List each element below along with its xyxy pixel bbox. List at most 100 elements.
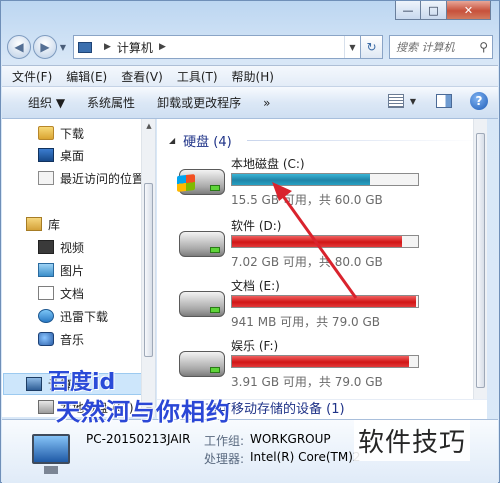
download-folder-icon: [38, 126, 54, 140]
drive-item[interactable]: 本地磁盘 (C:) 15.5 GB 可用，共 60.0 GB: [177, 155, 477, 213]
drive-name: 娱乐 (F:): [231, 339, 279, 353]
nav-item-downloads[interactable]: 下载: [38, 123, 84, 143]
nav-item-documents[interactable]: 文档: [38, 283, 84, 303]
drive-usage-fill: [232, 174, 370, 185]
drive-usage-fill: [232, 236, 402, 247]
menu-bar: 文件(F) 编辑(E) 查看(V) 工具(T) 帮助(H): [2, 65, 498, 87]
computer-name: PC-20150213JAIR: [86, 432, 191, 446]
change-view-icon[interactable]: [387, 94, 404, 108]
search-input[interactable]: [396, 40, 466, 54]
refresh-button[interactable]: ↻: [361, 35, 383, 59]
nav-item-recent-places[interactable]: 最近访问的位置: [38, 168, 144, 188]
computer-icon: [26, 377, 42, 391]
menu-tools[interactable]: 工具(T): [177, 68, 218, 85]
organize-button[interactable]: 组织 ▼: [28, 94, 65, 111]
menu-view[interactable]: 查看(V): [121, 68, 163, 85]
watermark-slogan: 天然河与你相约: [56, 398, 231, 426]
computer-large-icon: [32, 434, 70, 474]
drive-usage-bar: [231, 235, 419, 248]
thunder-download-icon: [38, 309, 54, 323]
drive-free-space: 941 MB 可用，共 79.0 GB: [231, 315, 380, 329]
music-library-icon: [38, 332, 54, 346]
drive-usage-fill: [232, 296, 416, 307]
drive-usage-bar: [231, 295, 419, 308]
nav-item-desktop[interactable]: 桌面: [38, 145, 84, 165]
forward-button[interactable]: ▶: [33, 35, 57, 59]
hard-drive-icon: [179, 291, 225, 317]
nav-item-pictures[interactable]: 图片: [38, 260, 84, 280]
hard-disks-group-header[interactable]: ◢ 硬盘 (4): [169, 131, 232, 150]
drive-usage-bar: [231, 355, 419, 368]
drive-item[interactable]: 软件 (D:) 7.02 GB 可用，共 80.0 GB: [177, 217, 477, 275]
drive-item[interactable]: 娱乐 (F:) 3.91 GB 可用，共 79.0 GB: [177, 337, 477, 395]
drive-free-space: 15.5 GB 可用，共 60.0 GB: [231, 193, 383, 207]
computer-icon: [78, 41, 92, 53]
video-library-icon: [38, 240, 54, 254]
nav-item-label: 文档: [60, 286, 85, 301]
drive-usage-bar: [231, 173, 419, 186]
address-bar[interactable]: ▶ 计算机 ▶ ▼: [73, 35, 361, 59]
nav-item-label: 下载: [60, 126, 85, 141]
nav-item-libraries[interactable]: 库: [26, 214, 60, 234]
more-commands-button[interactable]: »: [263, 96, 270, 110]
command-bar-right: ▼ ?: [387, 92, 488, 110]
refresh-icon: ↻: [366, 40, 377, 54]
uninstall-program-button[interactable]: 卸载或更改程序: [157, 94, 241, 111]
nav-item-label: 迅雷下载: [60, 309, 109, 324]
view-dropdown-icon[interactable]: ▼: [410, 97, 416, 106]
drive-free-space: 3.91 GB 可用，共 79.0 GB: [231, 375, 383, 389]
search-box[interactable]: ⚲: [389, 35, 493, 59]
system-properties-button[interactable]: 系统属性: [87, 94, 135, 111]
nav-item-label: 最近访问的位置: [60, 171, 145, 186]
document-library-icon: [38, 286, 54, 300]
recent-places-icon: [38, 171, 54, 185]
drive-usage-fill: [232, 356, 409, 367]
processor-value: Intel(R) Core(TM)2: [250, 450, 361, 464]
command-bar: 组织 ▼ 系统属性 卸载或更改程序 » ▼ ?: [2, 87, 498, 119]
address-dropdown-button[interactable]: ▼: [344, 36, 360, 58]
caption-buttons: — □ ✕: [395, 1, 491, 20]
maximize-button[interactable]: □: [421, 1, 447, 20]
nav-item-label: 图片: [60, 263, 85, 278]
drive-free-space: 7.02 GB 可用，共 80.0 GB: [231, 255, 383, 269]
nav-item-label: 音乐: [60, 332, 85, 347]
collapse-triangle-icon[interactable]: ◢: [169, 136, 175, 145]
nav-item-thunder-downloads[interactable]: 迅雷下载: [38, 306, 108, 326]
scrollbar-thumb[interactable]: [144, 183, 153, 357]
menu-help[interactable]: 帮助(H): [232, 68, 274, 85]
drive-name: 软件 (D:): [231, 219, 282, 233]
drive-name: 文档 (E:): [231, 279, 280, 293]
nav-item-music[interactable]: 音乐: [38, 329, 84, 349]
minimize-button[interactable]: —: [395, 1, 421, 20]
library-icon: [26, 217, 42, 231]
group-divider: [247, 140, 479, 141]
nav-item-label: 桌面: [60, 148, 85, 163]
recent-pages-dropdown[interactable]: ▼: [57, 43, 69, 52]
workgroup-label: 工作组:: [204, 434, 245, 448]
back-button[interactable]: ◀: [7, 35, 31, 59]
content-pane: ◢ 硬盘 (4) 本地磁盘 (C:) 15.5 GB 可用，共 60.0 GB 软件…: [157, 119, 487, 417]
back-arrow-icon: ◀: [14, 40, 24, 54]
nav-item-videos[interactable]: 视频: [38, 237, 84, 257]
drive-item[interactable]: 文档 (E:) 941 MB 可用，共 79.0 GB: [177, 277, 477, 335]
help-icon[interactable]: ?: [470, 92, 488, 110]
close-button[interactable]: ✕: [447, 1, 491, 20]
nav-item-label: 视频: [60, 240, 85, 255]
group-title: 硬盘 (4): [183, 135, 232, 150]
menu-edit[interactable]: 编辑(E): [66, 68, 107, 85]
address-row: ◀ ▶ ▼ ▶ 计算机 ▶ ▼ ↻ ⚲: [7, 33, 493, 61]
breadcrumb-chevron-icon[interactable]: ▶: [104, 42, 111, 52]
watermark-software-tips: 软件技巧: [354, 420, 471, 461]
breadcrumb-computer[interactable]: 计算机: [117, 39, 153, 56]
preview-pane-icon[interactable]: [436, 94, 452, 108]
breadcrumb-chevron-icon[interactable]: ▶: [159, 42, 166, 52]
scroll-up-icon[interactable]: ▲: [142, 119, 155, 133]
desktop-icon: [38, 148, 54, 162]
nav-pane-scrollbar[interactable]: ▲ ▼: [141, 119, 155, 417]
processor-label: 处理器:: [204, 452, 245, 466]
menu-file[interactable]: 文件(F): [12, 68, 52, 85]
search-icon[interactable]: ⚲: [479, 40, 488, 54]
workgroup-value: WORKGROUP: [250, 432, 331, 446]
scrollbar-thumb[interactable]: [476, 133, 485, 388]
content-pane-scrollbar[interactable]: [473, 119, 487, 417]
